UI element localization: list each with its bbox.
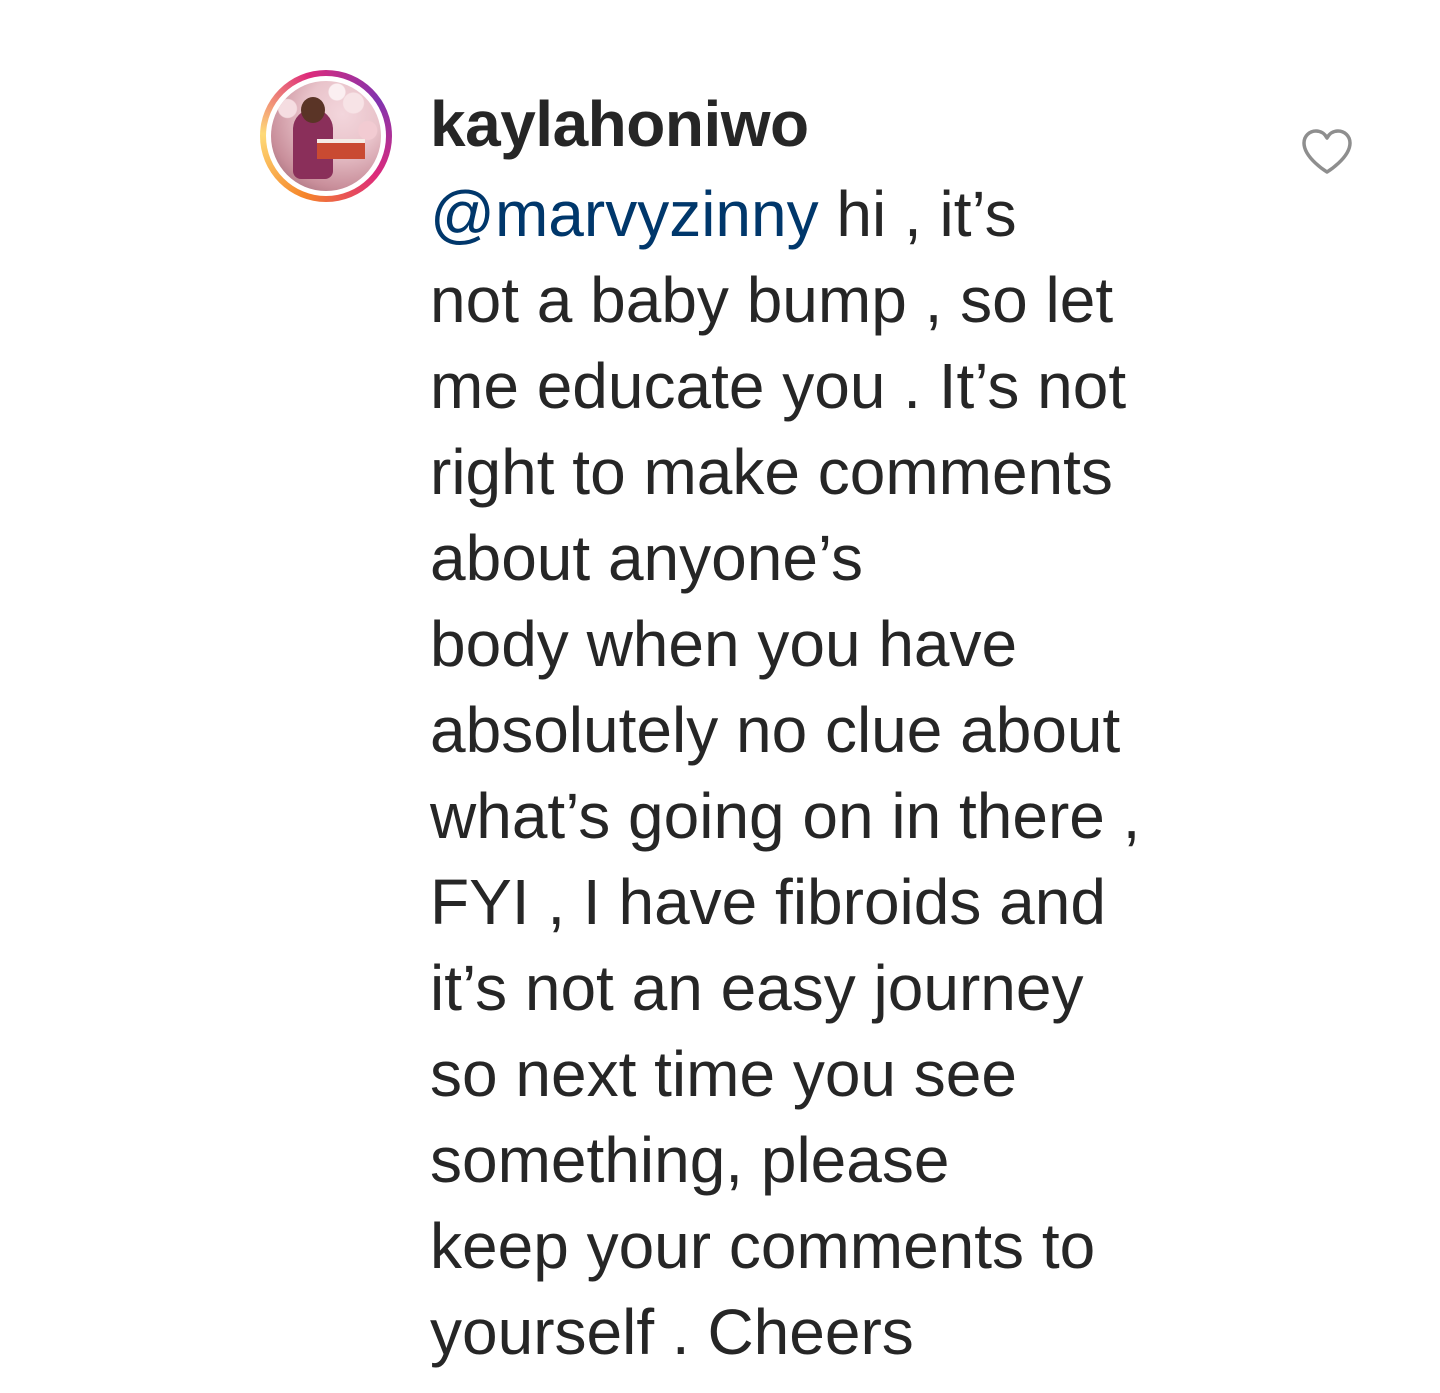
comment-line: about anyone’s (430, 522, 863, 594)
comment-line: not a baby bump , so let (430, 264, 1114, 336)
comment-line: me educate you . It’s not (430, 350, 1127, 422)
avatar[interactable] (271, 81, 381, 191)
comment-line: keep your comments to (430, 1210, 1096, 1282)
comment-line: absolutely no clue about (430, 694, 1121, 766)
comment-line: it’s not an easy journey (430, 952, 1084, 1024)
comment-line: so next time you see (430, 1038, 1017, 1110)
comment-mention[interactable]: @marvyzinny (430, 178, 819, 250)
avatar-story-ring[interactable] (260, 70, 392, 202)
heart-outline-icon[interactable] (1300, 128, 1354, 176)
comment-line: what’s going on in there , (430, 780, 1141, 852)
comment-line: FYI , I have fibroids and (430, 866, 1106, 938)
comment-line: something, please (430, 1124, 950, 1196)
comment-line: body when you have (430, 608, 1018, 680)
avatar-tray (317, 139, 365, 159)
avatar-head (301, 97, 325, 123)
comment-line: hi , it’s (818, 178, 1017, 250)
comment-text: @marvyzinny hi , it’s not a baby bump , … (430, 171, 1250, 1375)
comment-username[interactable]: kaylahoniwo (430, 92, 809, 156)
comment-line: right to make comments (430, 436, 1113, 508)
avatar-ring-gap (266, 76, 386, 196)
comment-line: yourself . Cheers (430, 1296, 914, 1368)
